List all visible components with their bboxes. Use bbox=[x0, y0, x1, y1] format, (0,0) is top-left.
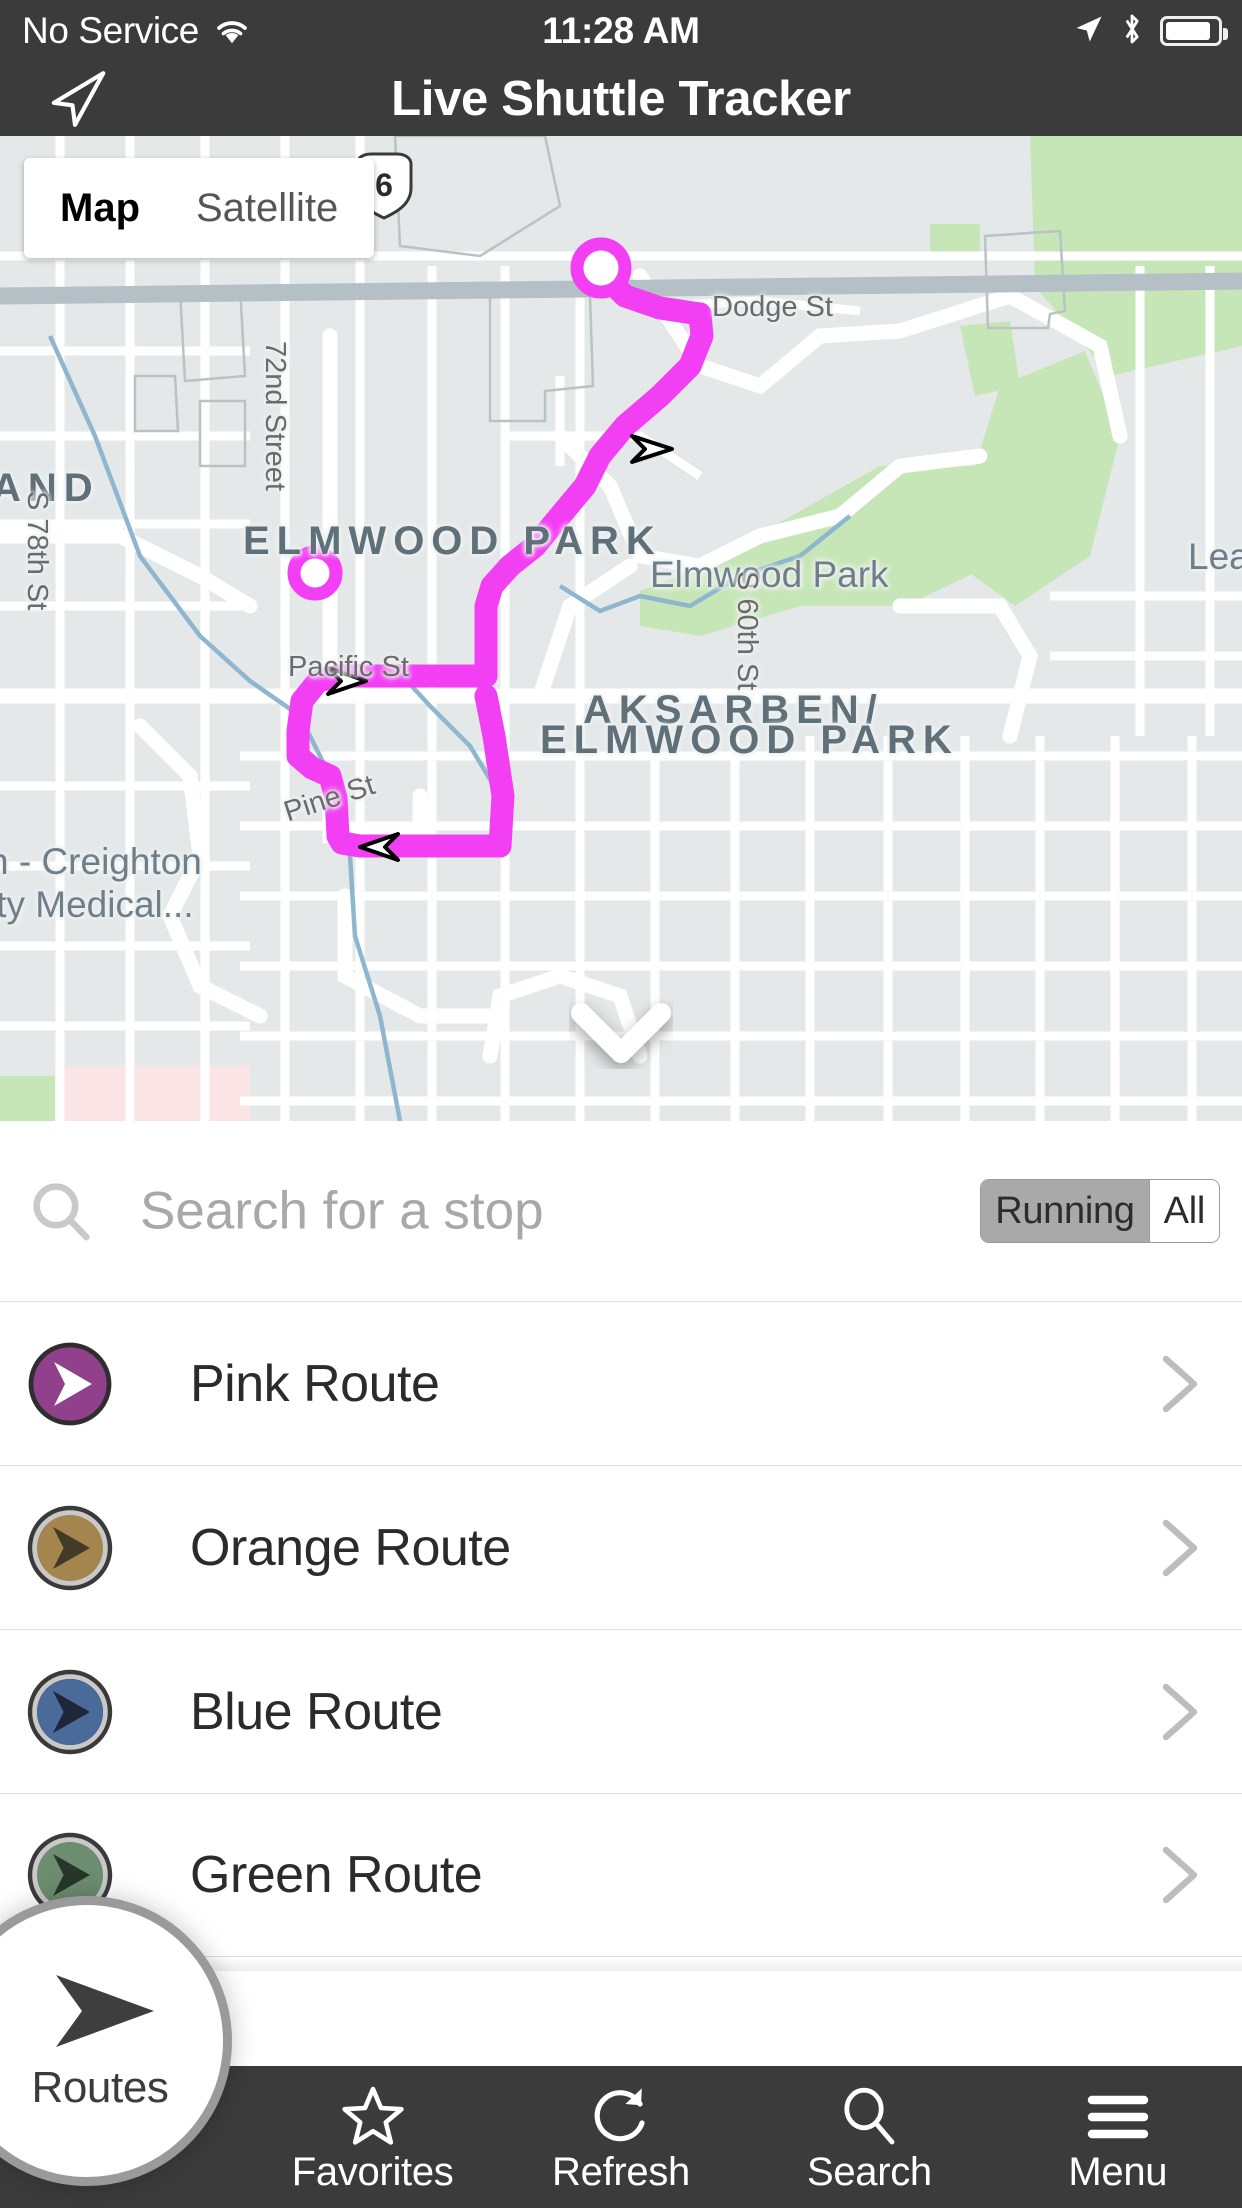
tab-label: Routes bbox=[31, 2063, 169, 2112]
filter-option-all[interactable]: All bbox=[1149, 1180, 1219, 1242]
map-type-toggle[interactable]: Map Satellite bbox=[24, 158, 375, 258]
page-title: Live Shuttle Tracker bbox=[391, 72, 851, 126]
clock-label: 11:28 AM bbox=[542, 10, 700, 51]
table-row[interactable]: Pink Route bbox=[0, 1301, 1242, 1465]
route-arrow-icon bbox=[42, 1969, 162, 2053]
app-screen: No Service 11:28 AM Live Shuttle Tracker… bbox=[0, 0, 1242, 2208]
route-arrow-icon bbox=[26, 1504, 114, 1592]
tab-menu[interactable]: Menu bbox=[994, 2066, 1242, 2208]
map-canvas: 6 bbox=[0, 136, 1242, 1121]
table-row[interactable]: Blue Route bbox=[0, 1629, 1242, 1793]
refresh-icon bbox=[589, 2080, 653, 2146]
filter-segmented-control[interactable]: Running All bbox=[980, 1179, 1220, 1243]
tab-refresh[interactable]: Refresh bbox=[497, 2066, 745, 2208]
search-input[interactable] bbox=[140, 1180, 660, 1242]
route-arrow-icon bbox=[26, 1668, 114, 1756]
map-view[interactable]: 6 Dodge St 72nd Street AND S 78th St ELM… bbox=[0, 136, 1242, 1121]
search-row: Running All bbox=[0, 1121, 1242, 1301]
map-type-satellite[interactable]: Satellite bbox=[168, 186, 366, 231]
route-arrow-icon bbox=[26, 1340, 114, 1428]
map-type-map[interactable]: Map bbox=[32, 186, 168, 231]
chevron-right-icon[interactable] bbox=[1160, 1681, 1202, 1743]
status-bar-right bbox=[1074, 12, 1228, 51]
tab-label: Refresh bbox=[552, 2149, 690, 2194]
star-icon bbox=[341, 2080, 405, 2146]
tab-search[interactable]: Search bbox=[745, 2066, 993, 2208]
route-list: Pink Route Orange Route Blue Route Green… bbox=[0, 1301, 1242, 1957]
bluetooth-icon bbox=[1121, 12, 1143, 51]
tab-favorites[interactable]: Favorites bbox=[248, 2066, 496, 2208]
search-icon bbox=[28, 1178, 94, 1244]
hamburger-icon bbox=[1084, 2080, 1152, 2146]
table-row[interactable]: Green Route bbox=[0, 1793, 1242, 1957]
list-item-label: Green Route bbox=[190, 1846, 483, 1904]
status-bar: No Service 11:28 AM bbox=[0, 0, 1242, 62]
chevron-right-icon[interactable] bbox=[1160, 1844, 1202, 1906]
tab-label: Menu bbox=[1068, 2149, 1168, 2194]
table-row[interactable]: Orange Route bbox=[0, 1465, 1242, 1629]
chevron-right-icon[interactable] bbox=[1160, 1353, 1202, 1415]
list-item-label: Orange Route bbox=[190, 1518, 511, 1577]
battery-icon bbox=[1160, 16, 1228, 46]
search-icon bbox=[837, 2080, 901, 2146]
location-arrow-icon bbox=[1074, 13, 1104, 50]
filter-option-running[interactable]: Running bbox=[981, 1180, 1149, 1242]
tab-label: Favorites bbox=[291, 2149, 454, 2194]
svg-text:6: 6 bbox=[375, 167, 393, 203]
tab-label: Search bbox=[806, 2149, 932, 2194]
chevron-right-icon[interactable] bbox=[1160, 1517, 1202, 1579]
list-item-label: Pink Route bbox=[190, 1354, 440, 1413]
nav-bar: Live Shuttle Tracker bbox=[0, 62, 1242, 136]
list-item-label: Blue Route bbox=[190, 1682, 443, 1741]
chevron-down-icon[interactable] bbox=[569, 999, 673, 1069]
